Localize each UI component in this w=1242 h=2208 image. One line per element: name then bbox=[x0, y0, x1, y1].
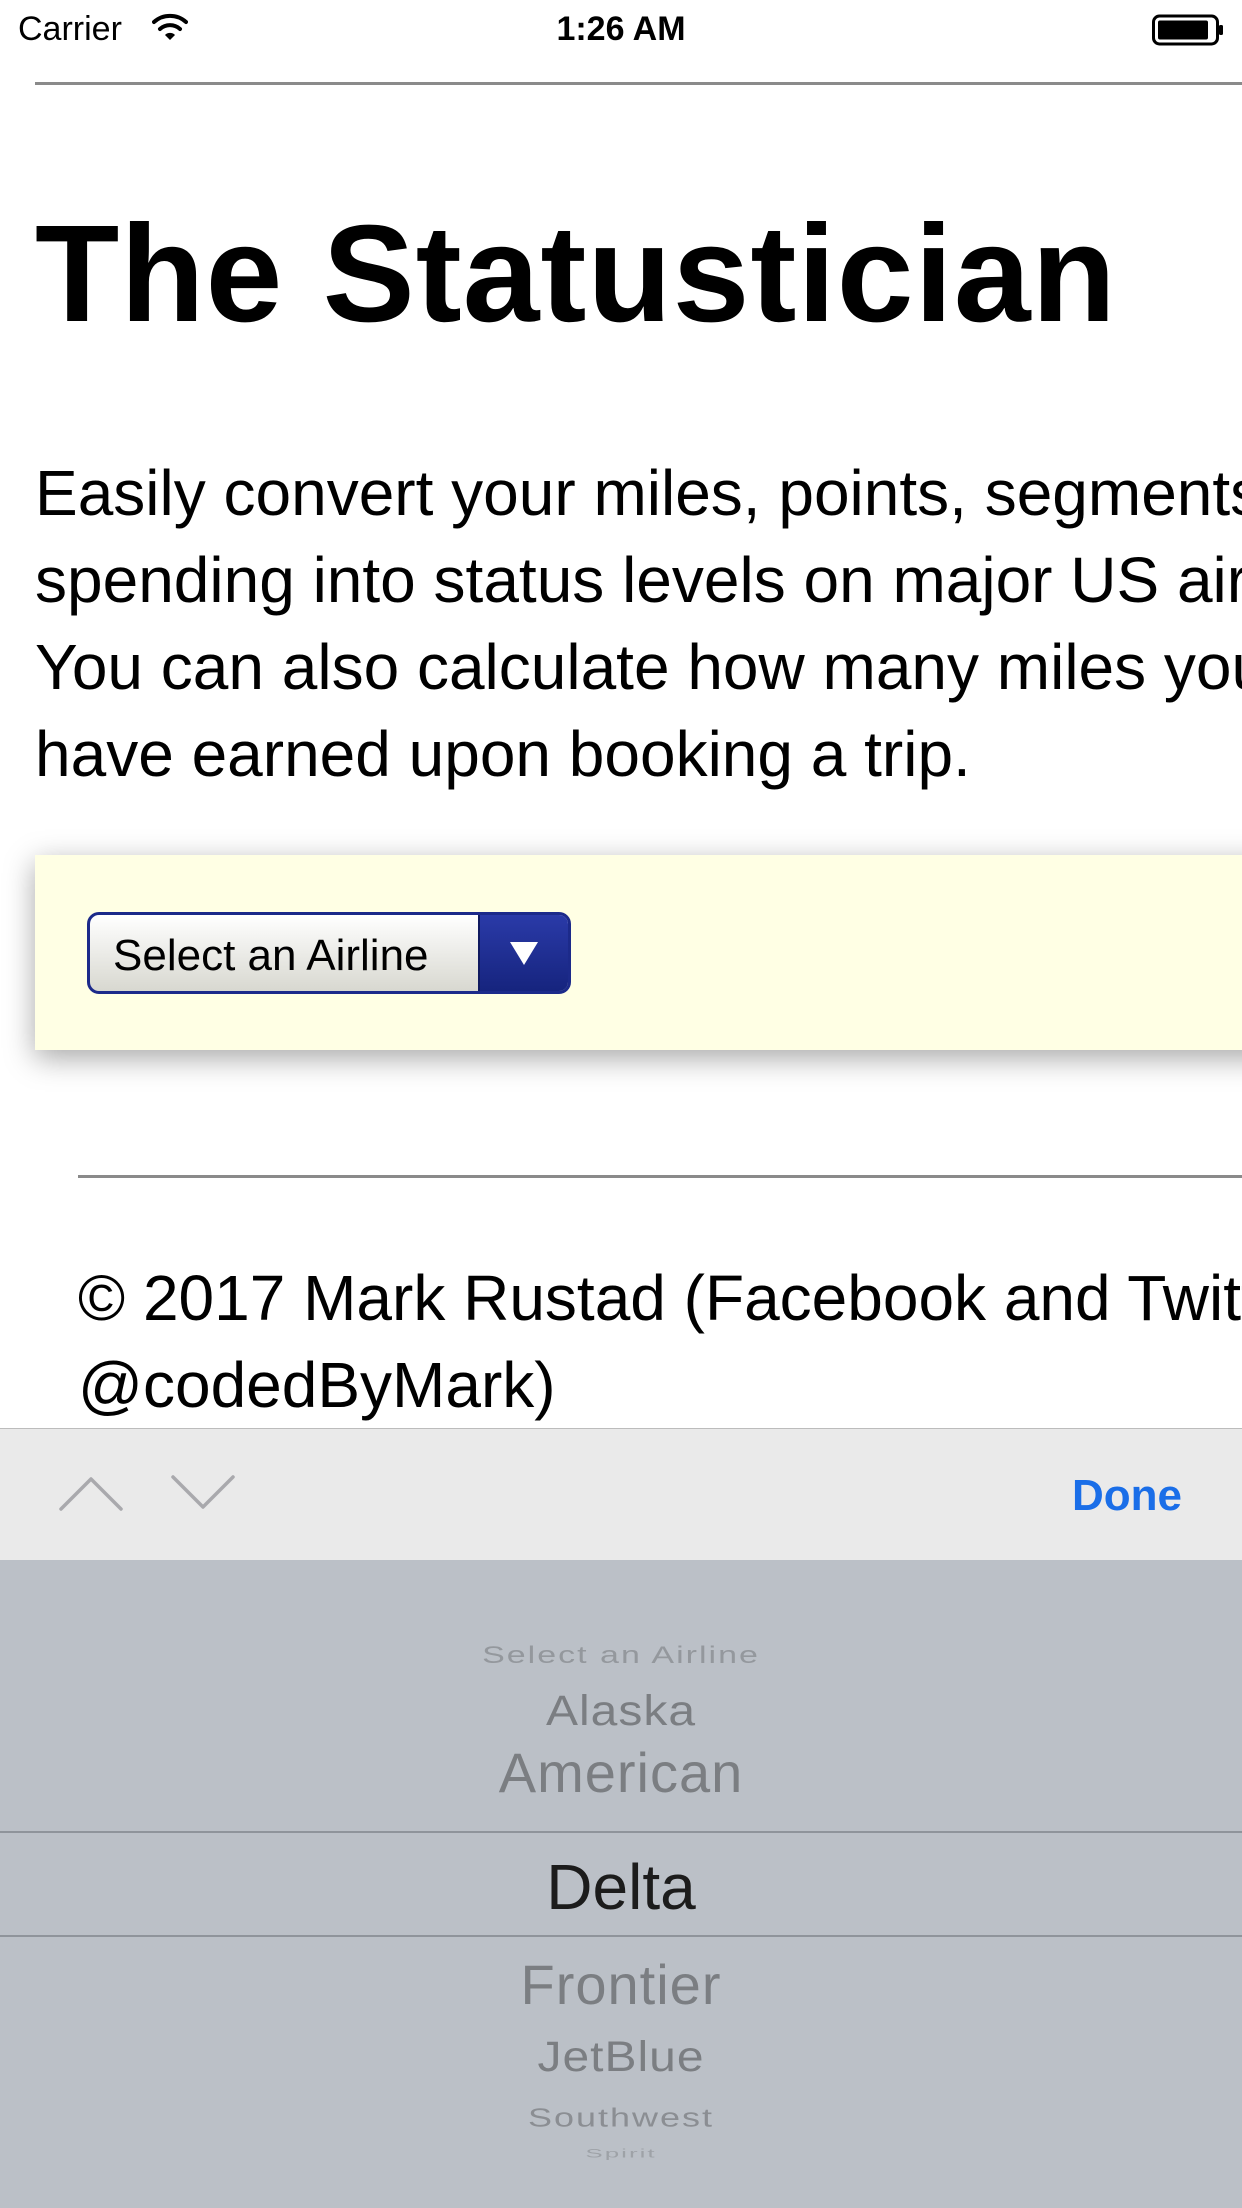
airline-select[interactable]: Select an Airline bbox=[87, 912, 571, 994]
intro-paragraph: Easily convert your miles, points, segme… bbox=[35, 450, 1242, 798]
picker-option[interactable]: Frontier bbox=[0, 1952, 1242, 2017]
page-title: The Statustician bbox=[35, 197, 1117, 351]
footer-line: © 2017 Mark Rustad (Facebook and Twitter bbox=[78, 1262, 1242, 1334]
select-arrow-button[interactable] bbox=[478, 915, 568, 991]
battery-icon bbox=[1152, 14, 1223, 46]
airline-select-value: Select an Airline bbox=[113, 931, 429, 980]
picker-option[interactable]: Spirit bbox=[0, 2147, 1242, 2161]
picker-selection-line-top bbox=[0, 1831, 1242, 1833]
web-content: The Statustician Easily convert your mil… bbox=[0, 60, 1242, 1428]
airline-picker[interactable]: Select an Airline Alaska American Delta … bbox=[0, 1560, 1242, 2208]
divider-top bbox=[35, 82, 1242, 85]
footer: © 2017 Mark Rustad (Facebook and Twitter… bbox=[78, 1255, 1242, 1428]
divider-bottom bbox=[78, 1175, 1242, 1178]
airline-form-panel: Select an Airline bbox=[35, 855, 1242, 1050]
done-button[interactable]: Done bbox=[1072, 1471, 1182, 1521]
picker-option[interactable]: Select an Airline bbox=[0, 1641, 1242, 1669]
input-accessory-toolbar: Done bbox=[0, 1428, 1242, 1561]
clock: 1:26 AM bbox=[556, 10, 686, 48]
picker-selection-line-bottom bbox=[0, 1935, 1242, 1937]
intro-line: have earned upon booking a trip. bbox=[35, 718, 971, 790]
dropdown-arrow-icon bbox=[510, 942, 538, 965]
picker-option[interactable]: Alaska bbox=[0, 1687, 1242, 1735]
intro-line: Easily convert your miles, points, segme… bbox=[35, 457, 1242, 529]
picker-option[interactable]: American bbox=[0, 1740, 1242, 1805]
footer-line: @codedByMark) bbox=[78, 1349, 556, 1421]
picker-option-selected[interactable]: Delta bbox=[0, 1850, 1242, 1924]
chevron-up-icon[interactable] bbox=[58, 1473, 124, 1513]
intro-line: You can also calculate how many miles yo… bbox=[35, 631, 1242, 703]
picker-option[interactable]: JetBlue bbox=[0, 2033, 1242, 2081]
chevron-down-icon[interactable] bbox=[170, 1473, 236, 1513]
status-bar: Carrier 1:26 AM bbox=[0, 0, 1242, 60]
picker-option[interactable]: Southwest bbox=[0, 2103, 1242, 2133]
intro-line: spending into status levels on major US … bbox=[35, 544, 1242, 616]
